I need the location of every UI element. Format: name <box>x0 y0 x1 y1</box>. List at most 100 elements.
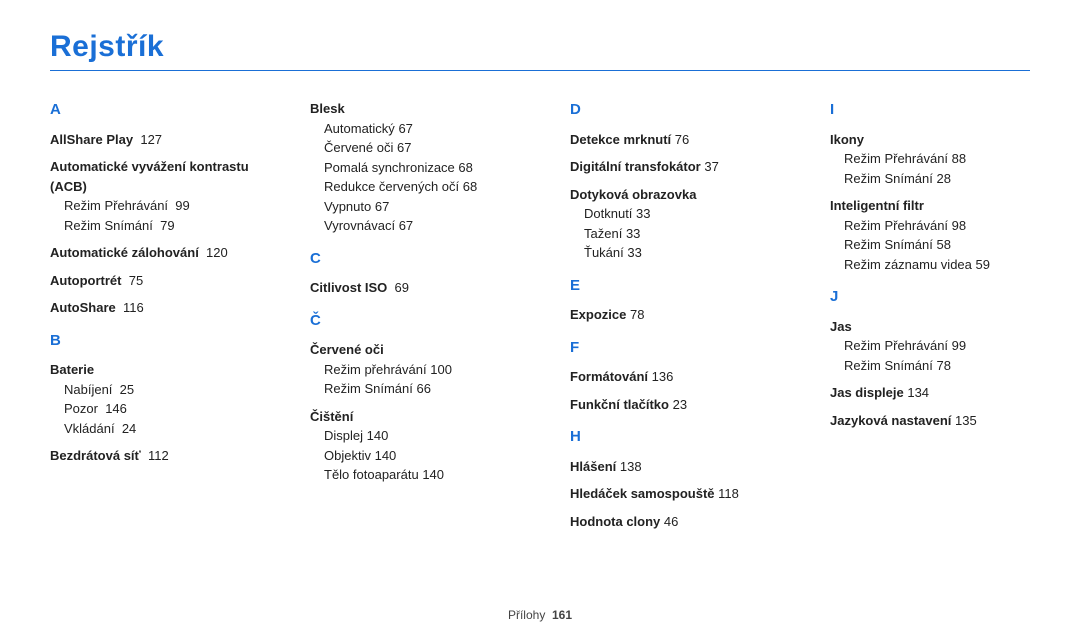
entry-page: 99 <box>175 198 189 213</box>
entry-page: 135 <box>955 413 977 428</box>
index-subentry[interactable]: Režim Snímání 78 <box>844 356 1030 376</box>
entry-label: Hlášení <box>570 459 616 474</box>
index-subentry[interactable]: Vypnuto 67 <box>324 197 510 217</box>
index-entry[interactable]: Baterie <box>50 360 250 380</box>
index-entry[interactable]: AllShare Play 127 <box>50 130 250 150</box>
index-subentry[interactable]: Ťukání 33 <box>584 243 770 263</box>
entry-label: Formátování <box>570 369 648 384</box>
index-subentry[interactable]: Vyrovnávací 67 <box>324 216 510 236</box>
index-entry[interactable]: Hlášení 138 <box>570 457 770 477</box>
index-entry[interactable]: Ikony <box>830 130 1030 150</box>
index-subentry[interactable]: Redukce červených očí 68 <box>324 177 510 197</box>
index-subentry[interactable]: Tělo fotoaparátu 140 <box>324 465 510 485</box>
entry-label: Expozice <box>570 307 626 322</box>
entry-label: Režim Přehrávání <box>844 338 948 353</box>
index-entry[interactable]: Expozice 78 <box>570 305 770 325</box>
entry-page: 37 <box>704 159 718 174</box>
entry-page: 67 <box>375 199 389 214</box>
index-subentry[interactable]: Režim Snímání 58 <box>844 235 1030 255</box>
index-entry[interactable]: Čištění <box>310 407 510 427</box>
index-subentry[interactable]: Displej 140 <box>324 426 510 446</box>
entry-label: AllShare Play <box>50 132 133 147</box>
entry-page: 75 <box>129 273 143 288</box>
index-subentry[interactable]: Režim přehrávání 100 <box>324 360 510 380</box>
index-subentry[interactable]: Pozor 146 <box>64 399 250 419</box>
entry-label: Režim Snímání <box>844 171 933 186</box>
index-subentry[interactable]: Režim záznamu videa 59 <box>844 255 1030 275</box>
index-subentry[interactable]: Režim Přehrávání 99 <box>844 336 1030 356</box>
entry-page: 33 <box>627 245 641 260</box>
index-subentry[interactable]: Režim Snímání 79 <box>64 216 250 236</box>
index-letter: A <box>50 99 250 122</box>
entry-label: Nabíjení <box>64 382 112 397</box>
index-subentry[interactable]: Režim Snímání 28 <box>844 169 1030 189</box>
entry-page: 76 <box>675 132 689 147</box>
entry-page: 88 <box>952 151 966 166</box>
entry-label: Hodnota clony <box>570 514 660 529</box>
entry-label: Pozor <box>64 401 98 416</box>
index-entry[interactable]: Jas displeje 134 <box>830 383 1030 403</box>
index-subentry[interactable]: Režim Přehrávání 88 <box>844 149 1030 169</box>
index-subentry[interactable]: Nabíjení 25 <box>64 380 250 400</box>
footer-label: Přílohy <box>508 608 545 622</box>
index-entry[interactable]: Funkční tlačítko 23 <box>570 395 770 415</box>
entry-label: Režim Snímání <box>844 358 933 373</box>
index-entry[interactable]: Inteligentní filtr <box>830 196 1030 216</box>
entry-page: 112 <box>148 448 169 463</box>
entry-label: Červené oči <box>324 140 393 155</box>
index-entry[interactable]: Jazyková nastavení 135 <box>830 411 1030 431</box>
entry-page: 68 <box>463 179 477 194</box>
index-subentry[interactable]: Vkládání 24 <box>64 419 250 439</box>
index-subentry[interactable]: Objektiv 140 <box>324 446 510 466</box>
entry-page: 100 <box>430 362 452 377</box>
index-entry[interactable]: Dotyková obrazovka <box>570 185 770 205</box>
entry-label: Digitální transfokátor <box>570 159 701 174</box>
entry-page: 33 <box>636 206 650 221</box>
entry-page: 140 <box>375 448 397 463</box>
index-subentry[interactable]: Červené oči 67 <box>324 138 510 158</box>
index-entry[interactable]: Detekce mrknutí 76 <box>570 130 770 150</box>
index-letter: B <box>50 330 250 353</box>
index-subentry[interactable]: Automatický 67 <box>324 119 510 139</box>
entry-label: Tělo fotoaparátu <box>324 467 419 482</box>
index-entry[interactable]: Citlivost ISO 69 <box>310 278 510 298</box>
index-entry[interactable]: Automatické vyvážení kontrastu (ACB) <box>50 157 250 196</box>
index-col-3: D Detekce mrknutí 76 Digitální transfoká… <box>570 99 770 531</box>
index-entry[interactable]: Červené oči <box>310 340 510 360</box>
entry-page: 79 <box>160 218 174 233</box>
index-subentry[interactable]: Pomalá synchronizace 68 <box>324 158 510 178</box>
index-letter: J <box>830 286 1030 309</box>
entry-page: 136 <box>652 369 674 384</box>
entry-page: 23 <box>673 397 687 412</box>
entry-label: Dotknutí <box>584 206 632 221</box>
index-entry[interactable]: Bezdrátová síť 112 <box>50 446 250 466</box>
index-subentry[interactable]: Režim Přehrávání 98 <box>844 216 1030 236</box>
page-title: Rejstřík <box>50 30 1030 70</box>
index-entry[interactable]: Autoportrét 75 <box>50 271 250 291</box>
entry-page: 138 <box>620 459 642 474</box>
index-subentry[interactable]: Dotknutí 33 <box>584 204 770 224</box>
index-entry[interactable]: Hodnota clony 46 <box>570 512 770 532</box>
index-entry[interactable]: Hledáček samospouště 118 <box>570 484 770 504</box>
entry-label: Redukce červených očí <box>324 179 459 194</box>
footer-page-number: 161 <box>552 608 572 622</box>
entry-page: 68 <box>458 160 472 175</box>
entry-label: Citlivost ISO <box>310 280 387 295</box>
index-subentry[interactable]: Režim Snímání 66 <box>324 379 510 399</box>
index-col-4: I Ikony Režim Přehrávání 88 Režim Snímán… <box>830 99 1030 531</box>
index-entry[interactable]: Automatické zálohování 120 <box>50 243 250 263</box>
entry-page: 140 <box>422 467 444 482</box>
entry-page: 25 <box>120 382 134 397</box>
index-subentry[interactable]: Tažení 33 <box>584 224 770 244</box>
entry-page: 24 <box>122 421 136 436</box>
index-entry[interactable]: Jas <box>830 317 1030 337</box>
index-entry[interactable]: Formátování 136 <box>570 367 770 387</box>
index-entry[interactable]: Blesk <box>310 99 510 119</box>
index-entry[interactable]: Digitální transfokátor 37 <box>570 157 770 177</box>
index-subentry[interactable]: Režim Přehrávání 99 <box>64 196 250 216</box>
entry-label: Detekce mrknutí <box>570 132 671 147</box>
index-entry[interactable]: AutoShare 116 <box>50 298 250 318</box>
entry-page: 140 <box>367 428 389 443</box>
entry-page: 67 <box>398 121 412 136</box>
entry-label: AutoShare <box>50 300 116 315</box>
